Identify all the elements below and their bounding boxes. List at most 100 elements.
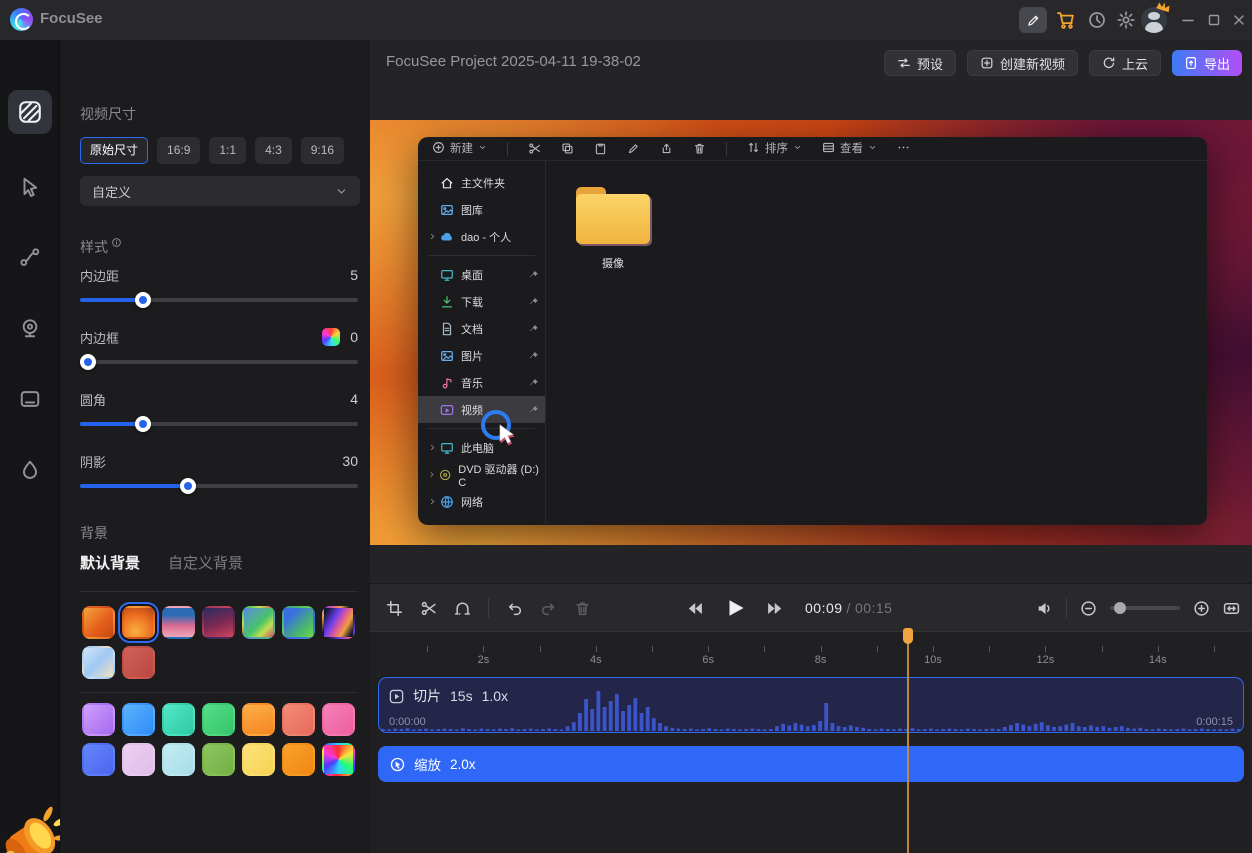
border-color-swatch[interactable] [322, 328, 340, 346]
megaphone-mascot[interactable] [0, 792, 68, 853]
slider-knob[interactable] [180, 478, 196, 494]
playhead-handle[interactable] [903, 628, 913, 644]
upload-cloud-button[interactable]: 上云 [1089, 50, 1161, 76]
color-swatch-5[interactable] [242, 703, 275, 736]
wallpaper-swatch-5[interactable] [242, 606, 275, 639]
slider-labels: 阴影30 [80, 450, 358, 472]
slider-labels: 内边框0 [80, 326, 358, 348]
fit-timeline-button[interactable] [1223, 600, 1240, 617]
clock-icon[interactable] [1087, 10, 1107, 30]
explorer-cut-icon [528, 142, 541, 155]
rail-item-cursor[interactable] [19, 176, 41, 198]
crop-button[interactable] [386, 600, 403, 617]
color-swatch-3[interactable] [162, 703, 195, 736]
aspect-ratio-option-2[interactable]: 16:9 [157, 137, 200, 164]
size-preset-select[interactable]: 自定义 [80, 176, 360, 206]
rail-item-droplet[interactable] [19, 459, 41, 481]
slider-knob[interactable] [135, 292, 151, 308]
aspect-ratio-option-1[interactable]: 原始尺寸 [80, 137, 148, 164]
dvd-icon [439, 468, 451, 482]
color-swatch-2[interactable] [122, 703, 155, 736]
play-button[interactable] [724, 597, 746, 619]
color-swatch-4[interactable] [202, 703, 235, 736]
music-icon [440, 376, 454, 390]
sidebar-item-label: 视频 [461, 402, 483, 418]
wallpaper-swatch-2[interactable] [122, 606, 155, 639]
forward-button[interactable] [766, 599, 785, 618]
cart-icon[interactable] [1056, 10, 1076, 30]
volume-button[interactable] [1036, 600, 1053, 617]
pin-icon [529, 378, 539, 388]
divider [1066, 598, 1067, 618]
wallpaper-swatch-6[interactable] [282, 606, 315, 639]
wallpaper-swatch-4[interactable] [202, 606, 235, 639]
wallpaper-swatch-7[interactable] [322, 606, 355, 639]
style-title: 样式 [80, 237, 122, 257]
spotlight-button[interactable] [454, 600, 471, 617]
color-swatch-14[interactable] [322, 743, 355, 776]
export-button[interactable]: 导出 [1172, 50, 1242, 76]
rail-item-webcam[interactable] [19, 317, 41, 339]
timeline[interactable]: 2s4s6s8s10s12s14s 切片 15s 1.0x 0:00:00 0:… [370, 631, 1252, 853]
close-button[interactable] [1231, 12, 1247, 28]
color-swatch-1[interactable] [82, 703, 115, 736]
wallpaper-swatch-8[interactable] [82, 646, 115, 679]
zoom-in-button[interactable] [1193, 600, 1210, 617]
minimize-button[interactable] [1180, 12, 1196, 28]
slider-track[interactable] [80, 422, 358, 426]
chevron-right-icon [428, 470, 436, 479]
ruler-tick [933, 646, 934, 652]
slider-track[interactable] [80, 360, 358, 364]
slider-track[interactable] [80, 484, 358, 488]
color-swatch-9[interactable] [122, 743, 155, 776]
playhead-line[interactable] [907, 640, 909, 853]
wallpaper-swatch-1[interactable] [82, 606, 115, 639]
redo-button[interactable] [540, 600, 557, 617]
undo-button[interactable] [506, 600, 523, 617]
sidebar-pinned-item-3: 文档 [418, 315, 545, 342]
ruler-label: 12s [1030, 654, 1060, 666]
ruler-tick [652, 646, 653, 652]
wallpaper-swatch-9[interactable] [122, 646, 155, 679]
split-button[interactable] [420, 600, 437, 617]
wallpaper-swatch-3[interactable] [162, 606, 195, 639]
rail-item-canvas-background[interactable] [8, 90, 52, 134]
rewind-button[interactable] [685, 599, 704, 618]
zoom-effect-clip[interactable]: 缩放 2.0x [378, 746, 1244, 782]
explorer-rename-icon [627, 142, 640, 155]
background-tab-2[interactable]: 自定义背景 [168, 552, 243, 573]
color-swatch-8[interactable] [82, 743, 115, 776]
video-preview-canvas[interactable]: 新建 排序 查看 [370, 120, 1252, 545]
maximize-button[interactable] [1206, 12, 1222, 28]
timeline-zoom-slider[interactable] [1110, 606, 1180, 610]
color-swatch-11[interactable] [202, 743, 235, 776]
gear-icon[interactable] [1116, 10, 1136, 30]
color-swatch-13[interactable] [282, 743, 315, 776]
slider-knob[interactable] [135, 416, 151, 432]
background-tab-1[interactable]: 默认背景 [80, 552, 140, 573]
preset-button[interactable]: 预设 [884, 50, 956, 76]
time-current: 00:09 [805, 600, 843, 616]
aspect-ratio-option-3[interactable]: 1:1 [209, 137, 246, 164]
image-icon [440, 349, 454, 363]
color-swatch-10[interactable] [162, 743, 195, 776]
slider-knob[interactable] [80, 354, 96, 370]
aspect-ratio-option-5[interactable]: 9:16 [301, 137, 344, 164]
slider-value: 30 [342, 453, 358, 469]
ruler-label: 4s [581, 654, 611, 666]
edit-mode-button[interactable] [1019, 7, 1047, 33]
zoom-slider-knob[interactable] [1114, 602, 1126, 614]
ruler-tick [540, 646, 541, 652]
zoom-out-button[interactable] [1080, 600, 1097, 617]
color-swatch-12[interactable] [242, 743, 275, 776]
color-swatch-6[interactable] [282, 703, 315, 736]
create-new-video-button[interactable]: 创建新视频 [967, 50, 1078, 76]
sidebar-item-label: 文档 [461, 321, 483, 337]
rail-item-toolbar-panel[interactable] [19, 388, 41, 410]
rail-item-motion-path[interactable] [19, 246, 41, 268]
delete-button[interactable] [574, 600, 591, 617]
aspect-ratio-option-4[interactable]: 4:3 [255, 137, 292, 164]
color-swatch-7[interactable] [322, 703, 355, 736]
slider-track[interactable] [80, 298, 358, 302]
video-clip[interactable]: 切片 15s 1.0x 0:00:00 0:00:15 [378, 677, 1244, 733]
